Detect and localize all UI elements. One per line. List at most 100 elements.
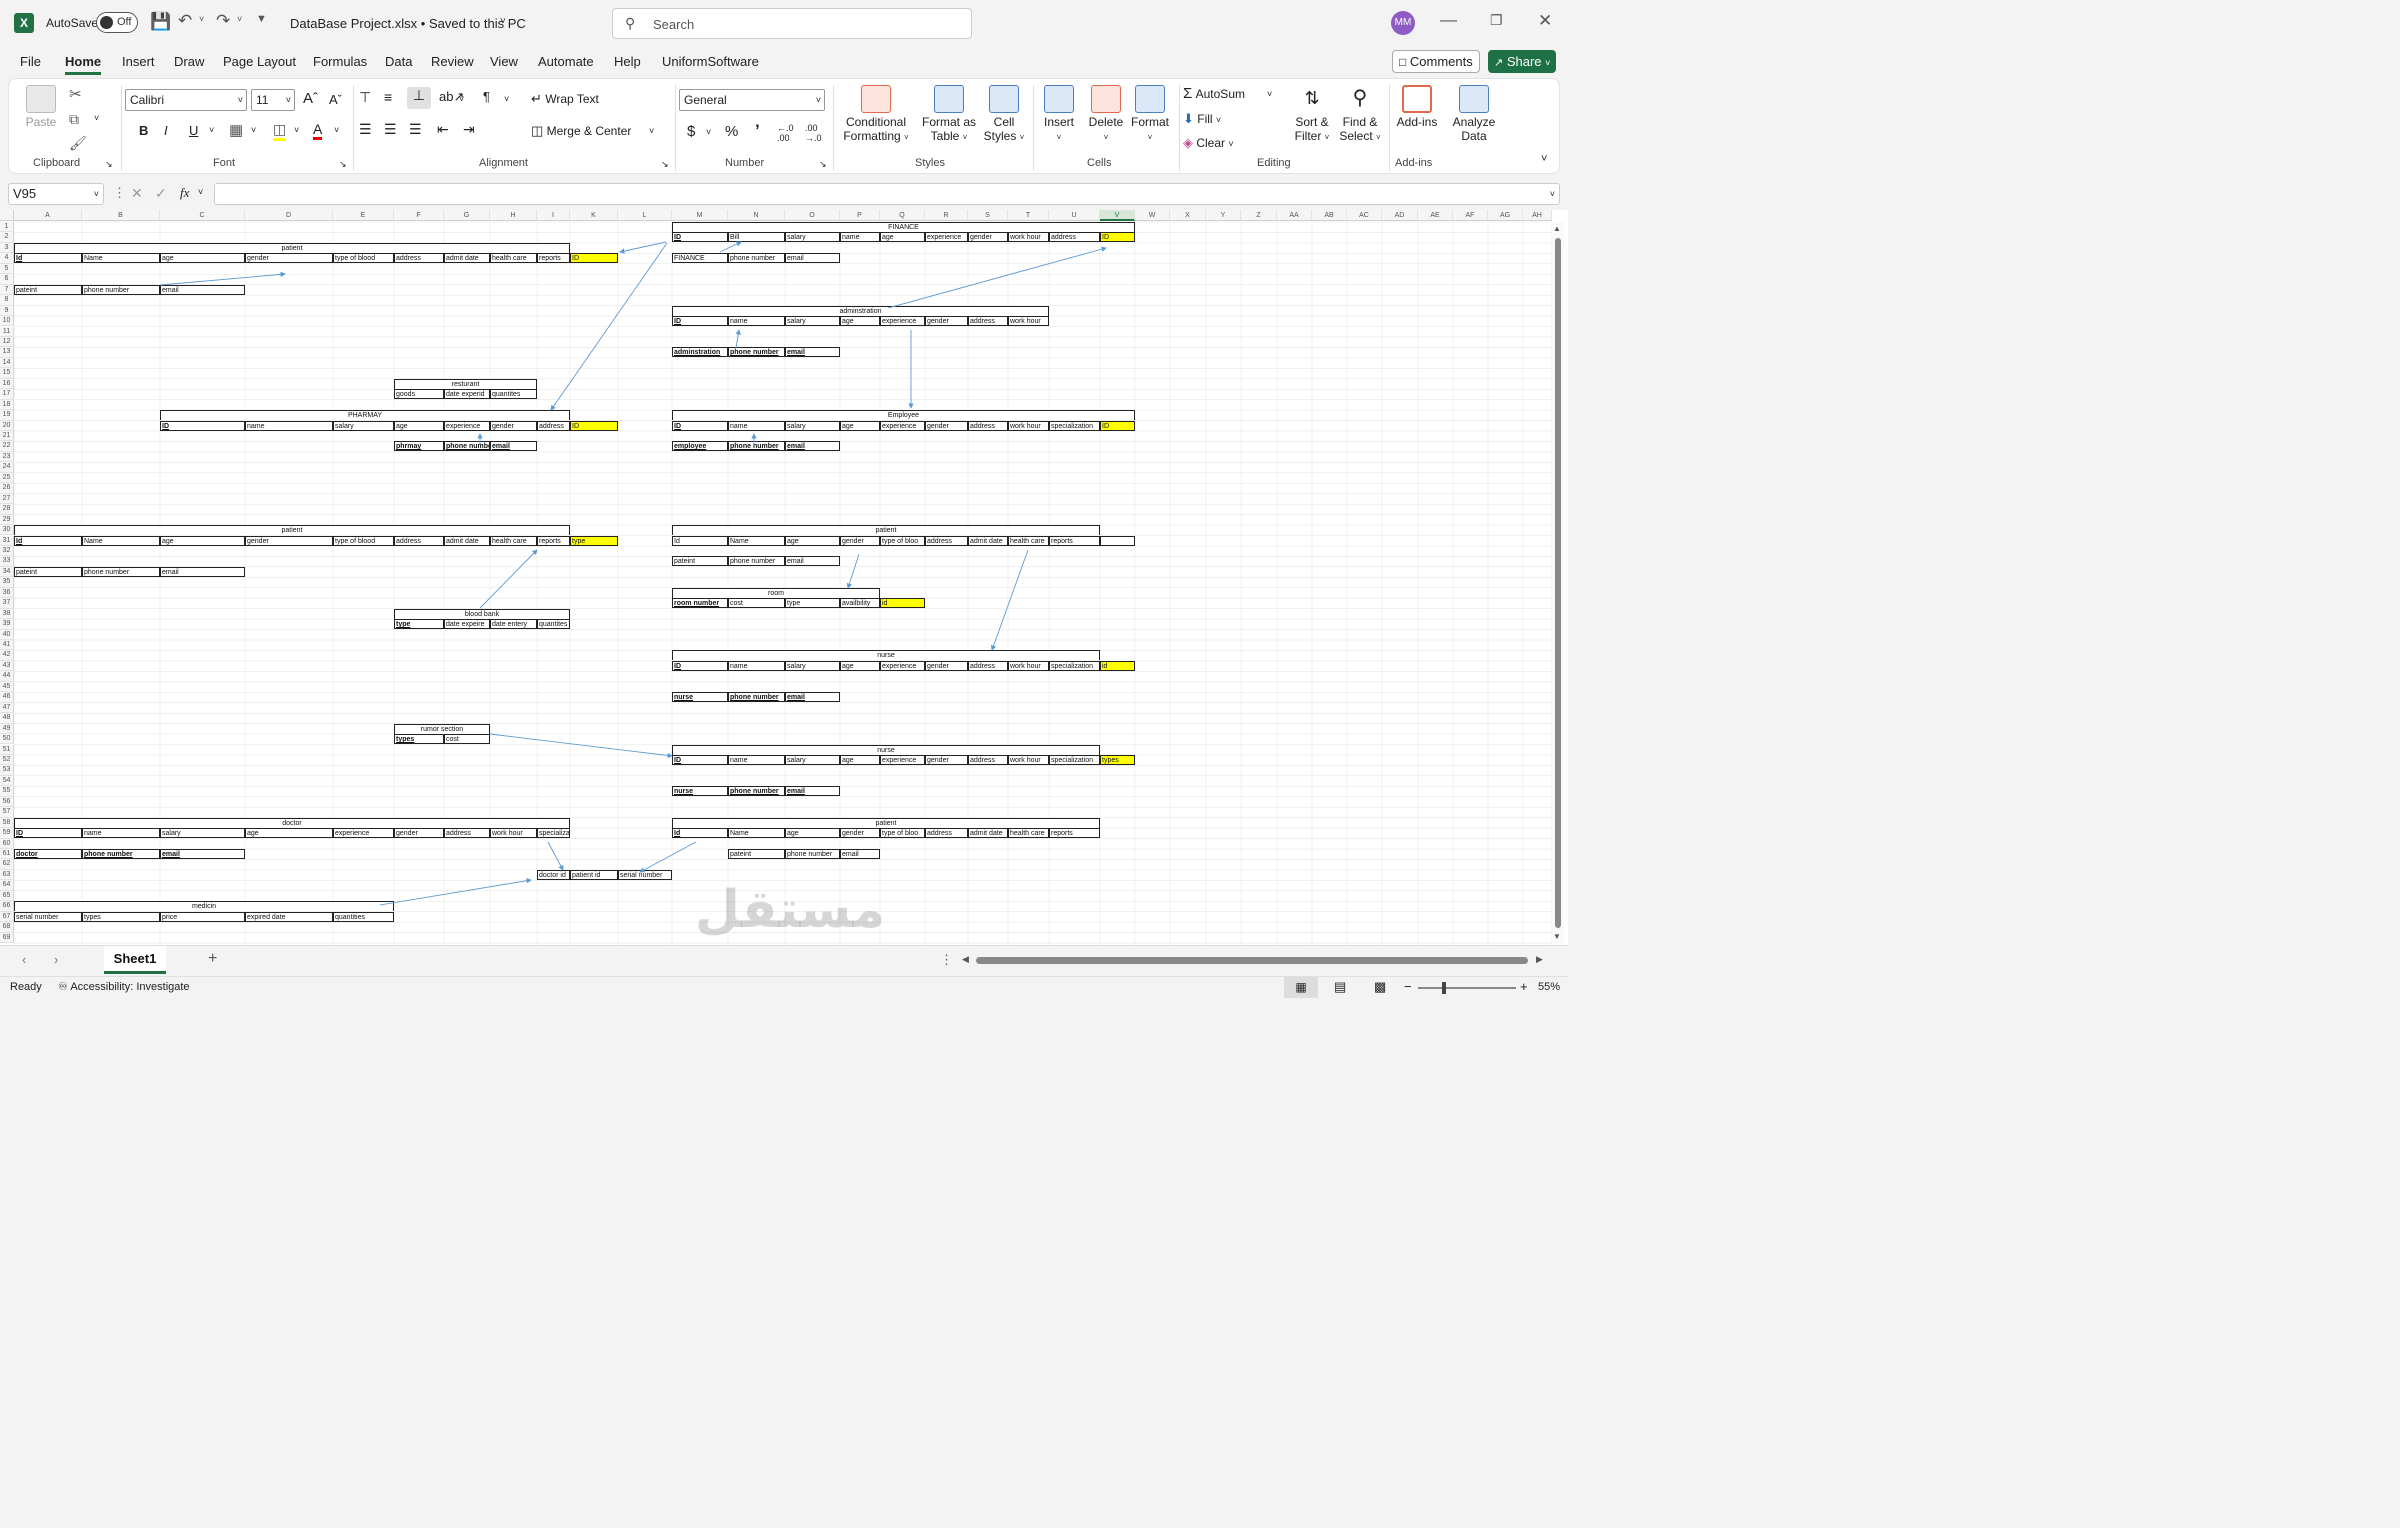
restore-icon[interactable]: ❐	[1490, 12, 1503, 29]
table-cell[interactable]: ID	[672, 232, 728, 243]
accessibility-button[interactable]: ♾ Accessibility: Investigate	[58, 980, 190, 993]
redo-dropdown-icon[interactable]: ˅	[237, 14, 242, 24]
scroll-up-icon[interactable]: ▲	[1553, 224, 1561, 233]
table-cell[interactable]: salary	[160, 828, 245, 839]
table-cell[interactable]: age	[880, 232, 925, 243]
table-cell[interactable]: health care	[1008, 828, 1049, 839]
table-cell[interactable]: work hour	[1008, 232, 1049, 243]
table-cell[interactable]: age	[840, 754, 880, 765]
table-cell[interactable]: cost	[444, 734, 490, 745]
table-cell[interactable]: name	[728, 754, 785, 765]
enter-icon[interactable]: ✓	[155, 185, 167, 202]
decrease-indent-icon[interactable]: ⇤	[437, 121, 449, 138]
table-cell[interactable]: work hour	[1008, 754, 1049, 765]
table-cell[interactable]: reports	[537, 253, 570, 264]
table-cell[interactable]: phone number	[728, 441, 785, 452]
merge-dropdown-icon[interactable]: ˅	[649, 126, 654, 136]
decrease-decimal-icon[interactable]: .00 →.0	[805, 123, 822, 143]
autosave-toggle[interactable]: Off	[96, 12, 138, 33]
table-cell[interactable]: age	[160, 253, 245, 264]
table-cell[interactable]: phone number	[728, 786, 785, 797]
table-cell[interactable]: specialization	[1049, 754, 1100, 765]
format-cells-button[interactable]: Format ˅	[1127, 85, 1173, 145]
format-as-table-button[interactable]: Format as Table ˅	[915, 85, 983, 145]
table-cell[interactable]: Name	[728, 828, 785, 839]
add-sheet-icon[interactable]: +	[208, 950, 217, 968]
table-cell[interactable]: Id	[14, 535, 82, 546]
horizontal-scrollbar[interactable]	[976, 957, 1528, 964]
table-cell[interactable]: date expeire	[444, 619, 490, 630]
delete-cells-button[interactable]: Delete ˅	[1083, 85, 1129, 145]
tab-page-layout[interactable]: Page Layout	[223, 54, 296, 69]
table-cell[interactable]: ID	[672, 420, 728, 431]
table-cell[interactable]: Name	[82, 253, 160, 264]
scroll-right-icon[interactable]: ▶	[1536, 954, 1543, 965]
table-cell[interactable]: name	[728, 316, 785, 327]
table-cell[interactable]: address	[925, 535, 968, 546]
alignment-launcher-icon[interactable]: ↘	[661, 159, 669, 170]
table-cell[interactable]: address	[968, 660, 1008, 671]
wrap-text-button[interactable]: ↵ Wrap Text	[531, 91, 599, 107]
table-cell[interactable]: salary	[785, 660, 840, 671]
table-cell[interactable]: work hour	[1008, 660, 1049, 671]
formula-input[interactable]: ˅	[214, 183, 1560, 205]
tab-file[interactable]: File	[20, 54, 41, 69]
table-cell[interactable]: address	[968, 316, 1008, 327]
table-cell[interactable]: phone number	[785, 849, 840, 859]
insert-cells-button[interactable]: Insert ˅	[1037, 85, 1081, 145]
vertical-scrollbar[interactable]: ▲ ▼	[1552, 222, 1564, 945]
user-avatar[interactable]: MM	[1391, 11, 1415, 35]
search-box[interactable]: ⚲ Search	[612, 8, 972, 39]
table-cell[interactable]: id	[880, 598, 925, 609]
font-color-icon[interactable]: A	[313, 121, 323, 140]
comma-icon[interactable]: ’	[755, 121, 760, 141]
table-cell[interactable]: gender	[245, 535, 333, 546]
table-cell[interactable]: salary	[785, 232, 840, 243]
table-cell[interactable]: type	[570, 535, 618, 546]
zoom-slider-thumb[interactable]	[1442, 982, 1446, 994]
underline-dropdown-icon[interactable]: ˅	[209, 125, 214, 135]
table-cell[interactable]: price	[160, 911, 245, 922]
zoom-level[interactable]: 55%	[1538, 981, 1560, 993]
tab-review[interactable]: Review	[431, 54, 474, 69]
tab-help[interactable]: Help	[614, 54, 641, 69]
customize-qat-icon[interactable]: ▼	[256, 13, 267, 25]
tab-automate[interactable]: Automate	[538, 54, 594, 69]
table-cell[interactable]: email	[785, 786, 840, 797]
scroll-down-icon[interactable]: ▼	[1553, 932, 1561, 941]
table-cell[interactable]: specialization	[1049, 420, 1100, 431]
filename-dropdown-icon[interactable]: ˅	[500, 16, 506, 27]
table-cell[interactable]: date experid	[444, 389, 490, 400]
table-cell[interactable]: doctor	[14, 849, 82, 859]
add-ins-button[interactable]: Add-ins	[1393, 85, 1441, 129]
borders-icon[interactable]: ▦	[229, 121, 243, 139]
table-cell[interactable]: doctor id	[537, 869, 570, 880]
table-cell[interactable]: name	[728, 420, 785, 431]
borders-dropdown-icon[interactable]: ˅	[251, 125, 256, 135]
sort-filter-button[interactable]: ⇅ Sort & Filter ˅	[1287, 85, 1337, 145]
table-cell[interactable]: salary	[333, 420, 394, 431]
tab-data[interactable]: Data	[385, 54, 412, 69]
table-cell[interactable]: address	[925, 828, 968, 839]
table-cell[interactable]: pateint	[728, 849, 785, 859]
table-cell[interactable]: name	[728, 660, 785, 671]
bold-icon[interactable]: B	[139, 123, 148, 138]
share-button[interactable]: ↗ Share ˅	[1488, 50, 1556, 73]
table-cell[interactable]: Id	[672, 535, 728, 546]
autosum-button[interactable]: Σ AutoSum	[1183, 85, 1245, 102]
table-cell[interactable]: email	[840, 849, 880, 859]
table-cell[interactable]: phone number	[728, 347, 785, 358]
table-cell[interactable]: email	[160, 284, 245, 295]
table-cell[interactable]: reports	[1049, 828, 1100, 839]
minimize-icon[interactable]: —	[1440, 10, 1457, 30]
table-cell[interactable]: type of bloo	[880, 828, 925, 839]
format-painter-icon[interactable]: 🖌	[69, 135, 87, 152]
table-cell[interactable]: gender	[968, 232, 1008, 243]
table-cell[interactable]: ID	[1100, 420, 1135, 431]
undo-icon[interactable]: ↶	[178, 11, 192, 31]
table-cell[interactable]: age	[785, 535, 840, 546]
redo-icon[interactable]: ↷	[216, 11, 230, 31]
table-cell[interactable]: experience	[925, 232, 968, 243]
tab-formulas[interactable]: Formulas	[313, 54, 367, 69]
table-cell[interactable]: type of blood	[333, 253, 394, 264]
